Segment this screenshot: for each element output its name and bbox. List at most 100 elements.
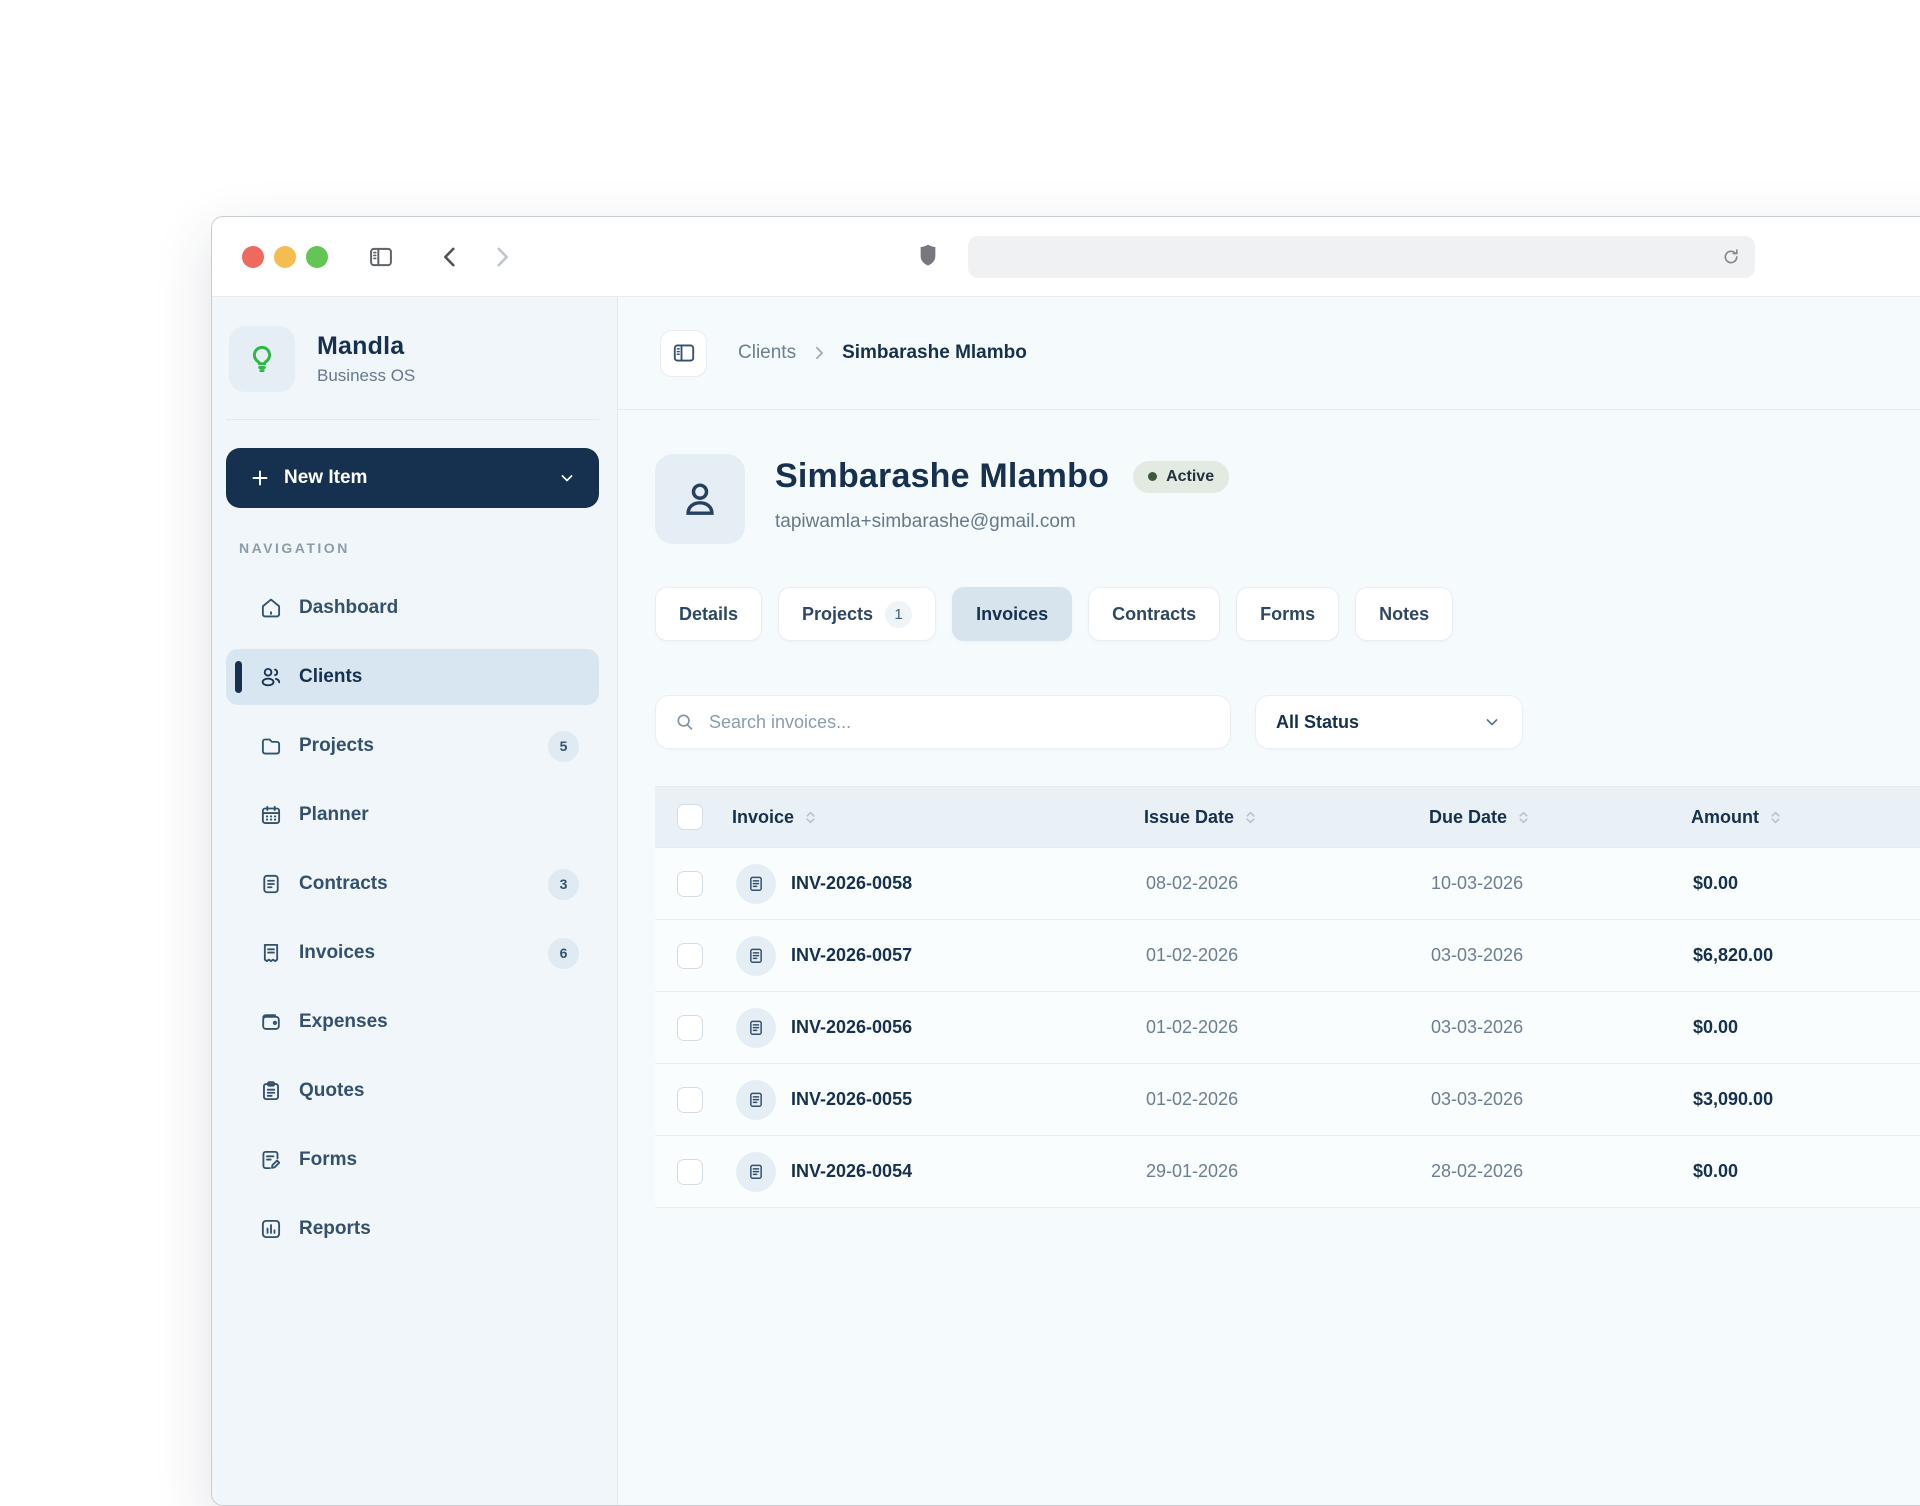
close-window-button[interactable] [242,246,264,268]
sort-icon[interactable] [1516,810,1531,825]
tab-projects[interactable]: Projects 1 [778,587,937,641]
tab-forms[interactable]: Forms [1236,587,1340,641]
table-row[interactable]: INV-2026-0057 01-02-2026 03-03-2026 $6,8… [655,920,1920,992]
sidebar-item-clients[interactable]: Clients [226,649,599,705]
column-header-amount[interactable]: Amount [1670,807,1920,828]
breadcrumb: Clients Simbarashe Mlambo [618,297,1920,410]
row-checkbox[interactable] [677,1086,703,1113]
count-badge: 5 [548,730,579,762]
sidebar-item-forms[interactable]: Forms [226,1132,599,1188]
invoice-doc-icon [736,1079,776,1120]
amount: $0.00 [1693,873,1739,893]
select-all-checkbox[interactable] [677,804,703,830]
issue-date: 01-02-2026 [1146,945,1239,965]
search-input[interactable] [709,711,1212,733]
privacy-shield-icon [920,244,936,266]
brand-name: Mandla [317,332,405,360]
browser-sidebar-toggle-icon[interactable] [367,243,395,271]
tab-details[interactable]: Details [655,587,763,641]
breadcrumb-current: Simbarashe Mlambo [842,342,1027,363]
status-badge: Active [1133,460,1230,493]
amount: $3,090.00 [1693,1089,1774,1109]
tab-label: Contracts [1112,603,1197,624]
browser-forward-icon[interactable] [488,243,516,271]
brand-subtitle: Business OS [317,366,416,385]
tab-label: Projects [802,603,874,624]
sidebar-item-expenses[interactable]: Expenses [226,994,599,1050]
sidebar-item-planner[interactable]: Planner [226,787,599,843]
row-checkbox[interactable] [677,1014,703,1041]
sidebar-item-quotes[interactable]: Quotes [226,1063,599,1119]
tab-label: Notes [1379,603,1430,624]
due-date: 03-03-2026 [1431,1017,1524,1037]
reload-icon[interactable] [1720,246,1742,268]
sidebar-item-invoices[interactable]: Invoices 6 [226,925,599,981]
address-bar[interactable] [968,236,1755,278]
new-item-button[interactable]: New Item [226,448,599,508]
breadcrumb-clients-link[interactable]: Clients [738,342,796,364]
browser-back-icon[interactable] [436,243,464,271]
sidebar-item-reports[interactable]: Reports [226,1201,599,1257]
tab-label: Forms [1260,603,1316,624]
amount: $0.00 [1693,1017,1739,1037]
sort-icon[interactable] [1768,810,1783,825]
panel-left-icon [673,344,694,362]
sidebar-item-label: Projects [299,735,374,756]
count-badge: 3 [548,868,579,900]
table-row[interactable]: INV-2026-0054 29-01-2026 28-02-2026 $0.0… [655,1136,1920,1208]
tab-invoices[interactable]: Invoices [952,587,1073,641]
new-item-label: New Item [284,467,368,488]
table-row[interactable]: INV-2026-0058 08-02-2026 10-03-2026 $0.0… [655,848,1920,920]
table-header: Invoice Issue Date Due Date Amount [655,786,1920,848]
invoice-number[interactable]: INV-2026-0055 [791,1089,912,1110]
sidebar-collapse-button[interactable] [660,329,707,377]
sidebar-item-projects[interactable]: Projects 5 [226,718,599,774]
sidebar-item-contracts[interactable]: Contracts 3 [226,856,599,912]
invoice-number[interactable]: INV-2026-0056 [791,1017,912,1038]
invoice-search[interactable] [655,695,1231,749]
column-header-invoice[interactable]: Invoice [711,807,1123,828]
chevron-down-icon [561,475,573,482]
brand: Mandla Business OS [229,326,599,392]
column-header-due-date[interactable]: Due Date [1408,807,1670,828]
lightbulb-icon [252,345,272,373]
status-label: Active [1166,467,1215,485]
calendar-icon [261,805,281,825]
sidebar-divider [226,419,599,420]
sidebar-item-dashboard[interactable]: Dashboard [226,580,599,636]
amount: $6,820.00 [1693,945,1774,965]
form-pen-icon [262,1150,281,1170]
row-checkbox[interactable] [677,870,703,897]
sort-icon[interactable] [803,810,818,825]
invoice-filters: All Status [655,695,1920,749]
client-name: Simbarashe Mlambo [775,457,1110,495]
sort-icon[interactable] [1243,810,1258,825]
due-date: 10-03-2026 [1431,873,1524,893]
tab-contracts[interactable]: Contracts [1088,587,1221,641]
sidebar-item-label: Clients [299,666,363,687]
row-checkbox[interactable] [677,942,703,969]
traffic-lights[interactable] [242,246,328,268]
search-icon [677,714,693,730]
table-row[interactable]: INV-2026-0056 01-02-2026 03-03-2026 $0.0… [655,992,1920,1064]
status-filter-dropdown[interactable]: All Status [1255,695,1523,749]
wallet-icon [262,1014,280,1030]
browser-titlebar [212,217,1920,297]
tab-notes[interactable]: Notes [1355,587,1454,641]
row-checkbox[interactable] [677,1158,703,1185]
invoice-number[interactable]: INV-2026-0057 [791,945,912,966]
status-dot-icon [1148,472,1158,481]
zoom-window-button[interactable] [306,246,328,268]
sidebar-item-label: Expenses [299,1011,388,1032]
home-icon [261,598,281,618]
contract-icon [263,874,279,894]
invoice-number[interactable]: INV-2026-0054 [791,1161,912,1182]
bar-chart-icon [261,1219,281,1239]
table-row[interactable]: INV-2026-0055 01-02-2026 03-03-2026 $3,0… [655,1064,1920,1136]
minimize-window-button[interactable] [274,246,296,268]
issue-date: 01-02-2026 [1146,1017,1239,1037]
sidebar-item-label: Forms [299,1149,358,1170]
column-header-issue-date[interactable]: Issue Date [1123,807,1408,828]
invoice-doc-icon [736,1151,776,1192]
invoice-number[interactable]: INV-2026-0058 [791,873,912,894]
